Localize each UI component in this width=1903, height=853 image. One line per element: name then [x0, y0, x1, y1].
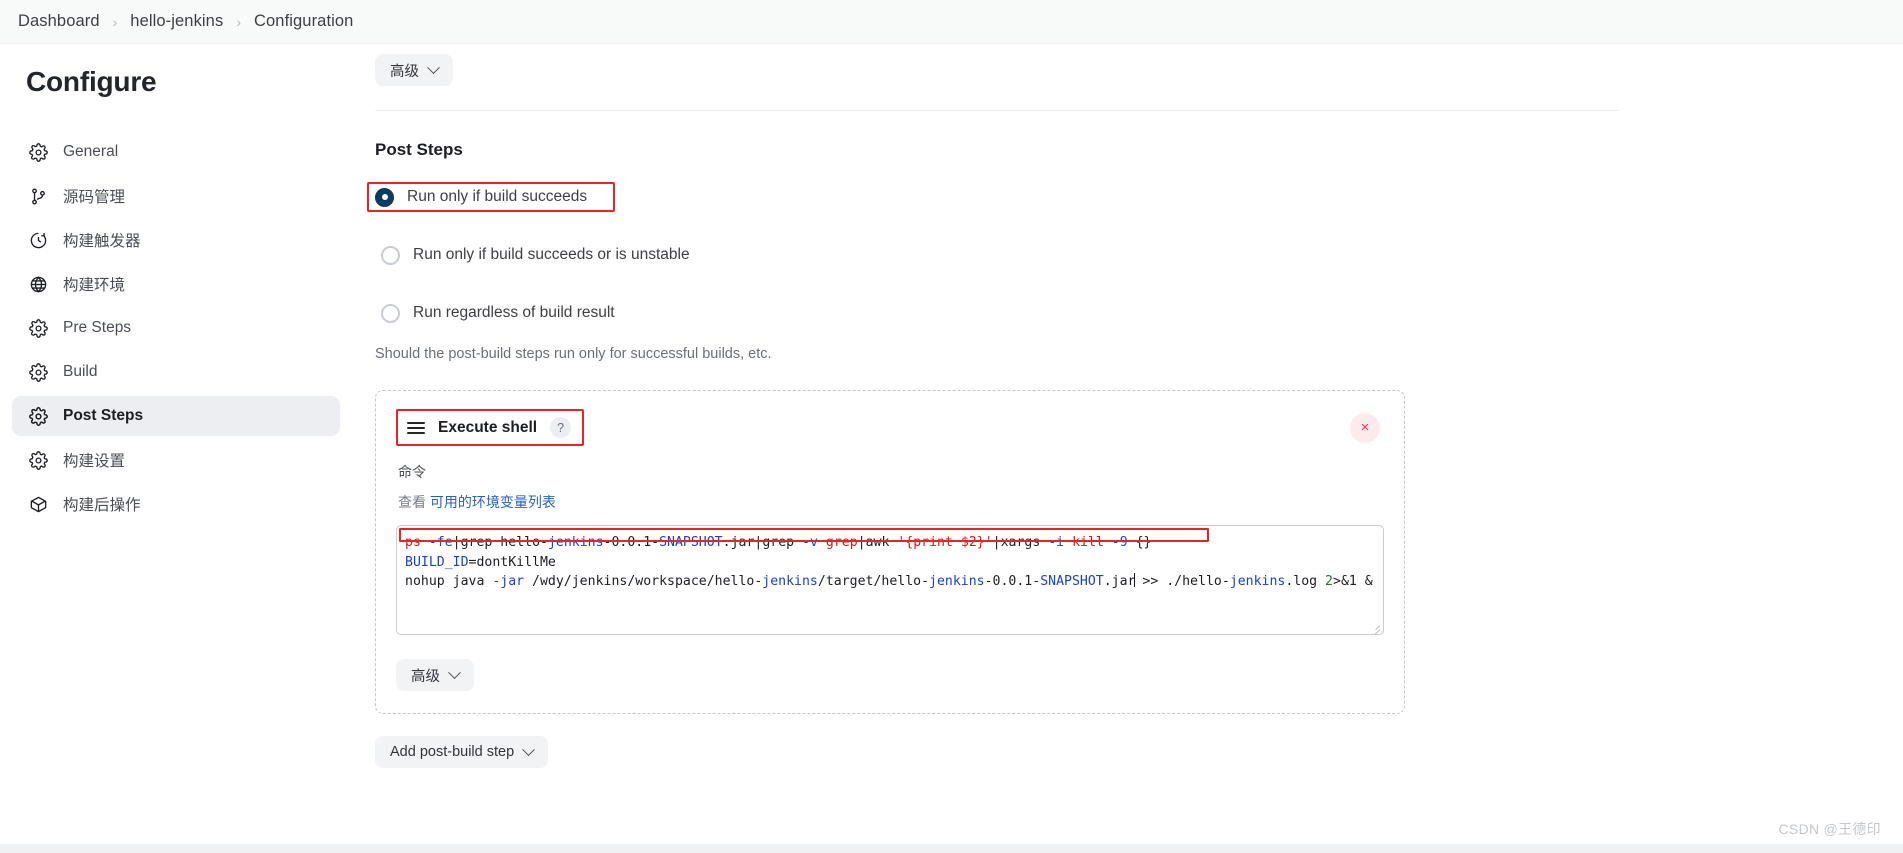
radio-help-text: Should the post-build steps run only for… [375, 346, 772, 362]
sidebar: Configure General 源码管理 构建触发器 构建环境 Pre St… [0, 44, 352, 853]
sidebar-item-post-steps[interactable]: Post Steps [12, 396, 340, 436]
sidebar-item-source-control[interactable]: 源码管理 [12, 176, 340, 216]
breadcrumb-separator-icon: › [236, 13, 241, 30]
sidebar-item-label: 构建设置 [63, 453, 126, 470]
radio-indicator[interactable] [381, 303, 400, 323]
globe-icon [28, 274, 48, 294]
chevron-down-icon [448, 665, 461, 679]
radio-indicator[interactable] [381, 245, 400, 265]
add-post-build-step-button[interactable]: Add post-build step [375, 736, 549, 768]
breadcrumb-separator-icon: › [112, 13, 118, 30]
shell-advanced-row: 高级 [396, 659, 1384, 691]
gear-icon [28, 362, 48, 382]
radio-label: Run only if build succeeds or is unstabl… [413, 246, 690, 263]
radio-label: Run only if build succeeds [407, 188, 588, 205]
sidebar-item-general[interactable]: General [12, 132, 340, 172]
breadcrumb: Dashboard › hello-jenkins › Configuratio… [0, 0, 1903, 44]
command-textarea[interactable]: ps -fe|grep hello-jenkins-0.0.1-SNAPSHOT… [396, 525, 1384, 635]
env-prefix-label: 查看 [398, 494, 426, 510]
clock-icon [28, 230, 48, 250]
gear-icon [28, 318, 48, 338]
sidebar-item-post-build-actions[interactable]: 构建后操作 [12, 484, 340, 524]
sidebar-item-build-settings[interactable]: 构建设置 [12, 440, 340, 480]
sidebar-item-build-environment[interactable]: 构建环境 [12, 264, 340, 304]
close-icon[interactable]: × [1350, 412, 1380, 443]
sidebar-item-label: 构建环境 [63, 277, 126, 294]
command-field-label: 命令 [398, 464, 426, 480]
gear-icon [28, 406, 48, 426]
env-variables-line: 查看 可用的环境变量列表 [398, 492, 1384, 512]
bottom-strip [0, 844, 1903, 853]
shell-step-header: Execute shell ? × [396, 409, 1384, 446]
sidebar-item-label: 源码管理 [63, 189, 126, 206]
shell-advanced-label: 高级 [411, 668, 440, 685]
main-content: 高级 Post Steps Run only if build succeeds… [352, 44, 1903, 853]
sidebar-item-label: 构建触发器 [63, 233, 141, 250]
command-code-content[interactable]: ps -fe|grep hello-jenkins-0.0.1-SNAPSHOT… [397, 526, 1383, 592]
shell-step-title-group: Execute shell ? [396, 409, 585, 446]
gear-icon [28, 142, 48, 162]
drag-handle-icon[interactable] [407, 420, 425, 436]
radio-run-only-if-succeeds[interactable]: Run only if build succeeds [367, 182, 616, 212]
page-title: Configure [26, 66, 157, 97]
chevron-down-icon [522, 742, 536, 756]
sidebar-nav: General 源码管理 构建触发器 构建环境 Pre Steps Build … [0, 132, 352, 524]
gear-icon [28, 450, 48, 470]
advanced-toggle-label: 高级 [390, 63, 419, 80]
env-variables-link[interactable]: 可用的环境变量列表 [430, 494, 556, 510]
shell-step-title: Execute shell [438, 418, 538, 436]
breadcrumb-item-dashboard[interactable]: Dashboard [18, 12, 100, 31]
shell-advanced-toggle-button[interactable]: 高级 [396, 659, 474, 691]
sidebar-item-label: Pre Steps [63, 319, 132, 336]
watermark: CSDN @王德印 [1778, 821, 1881, 837]
advanced-toggle-button[interactable]: 高级 [375, 54, 453, 86]
sidebar-item-build[interactable]: Build [12, 352, 340, 392]
breadcrumb-item-configuration[interactable]: Configuration [254, 12, 353, 31]
branch-icon [28, 186, 48, 206]
chevron-down-icon [427, 60, 440, 74]
radio-label: Run regardless of build result [413, 304, 615, 321]
radio-run-if-succeeds-or-unstable[interactable]: Run only if build succeeds or is unstabl… [375, 240, 700, 270]
sidebar-item-label: Post Steps [63, 407, 144, 424]
add-post-build-step-row: Add post-build step [375, 736, 1903, 768]
help-icon[interactable]: ? [550, 417, 572, 438]
sidebar-item-label: Build [63, 363, 98, 380]
sidebar-item-build-triggers[interactable]: 构建触发器 [12, 220, 340, 260]
section-heading: Post Steps [375, 140, 463, 159]
top-advanced-row: 高级 [375, 54, 1903, 86]
breadcrumb-item-job[interactable]: hello-jenkins [130, 12, 223, 31]
execute-shell-step-panel: Execute shell ? × 命令 查看 可用的环境变量列表 ps -fe… [375, 390, 1405, 714]
radio-run-regardless[interactable]: Run regardless of build result [375, 298, 625, 328]
radio-indicator[interactable] [375, 187, 394, 207]
add-post-build-step-label: Add post-build step [390, 744, 515, 760]
sidebar-item-pre-steps[interactable]: Pre Steps [12, 308, 340, 348]
resize-handle[interactable] [1367, 619, 1381, 634]
sidebar-item-label: 构建后操作 [63, 497, 141, 514]
box-icon [28, 494, 48, 514]
sidebar-item-label: General [63, 143, 119, 160]
section-divider [375, 110, 1620, 111]
